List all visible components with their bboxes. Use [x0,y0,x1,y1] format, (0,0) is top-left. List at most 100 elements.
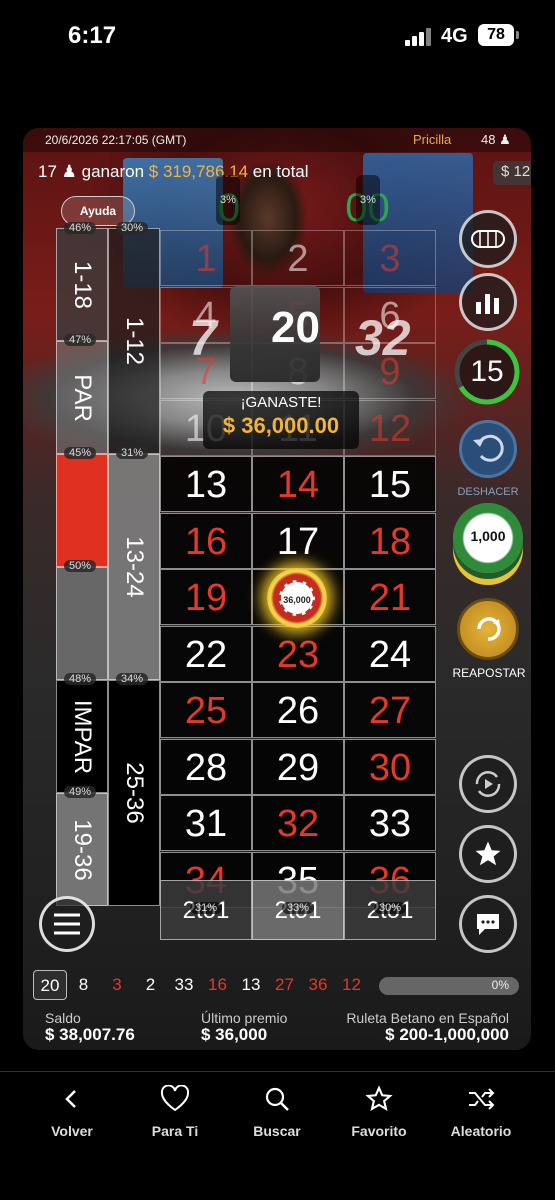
nav-random[interactable]: Aleatorio [426,1085,536,1139]
number-cell[interactable]: 29 [252,738,344,795]
pct-high: 49% [64,786,97,798]
search-icon [265,1087,289,1111]
progress-bar: 0% [379,977,519,995]
winning-number-display: 7 20 32 [183,303,423,373]
number-cell[interactable]: 15 [344,456,436,512]
number-cell[interactable]: 14 [252,456,344,512]
racetrack-button[interactable] [459,210,517,268]
next-number: 32 [355,310,411,366]
nav-for-you-label: Para Ti [151,1123,199,1139]
timer-value: 15 [470,355,504,388]
pct-odd: 48% [64,673,97,685]
nav-for-you[interactable]: Para Ti [120,1085,230,1139]
pct-dozen2: 31% [116,447,149,459]
rebet-button[interactable] [457,598,519,660]
number-cell[interactable]: 23 [252,625,344,682]
history-item: 2 [145,975,156,994]
menu-button[interactable] [39,896,95,952]
nav-search[interactable]: Buscar [222,1085,332,1139]
number-cell[interactable]: 18 [344,512,436,569]
history-item: 36 [308,975,328,994]
favorite-bets-button[interactable] [459,825,517,883]
chip-selector-value: 1,000 [470,528,506,544]
number-cell[interactable]: 25 [160,682,252,738]
autoplay-button[interactable] [459,755,517,813]
pct-low: 46% [64,222,97,234]
number-cell[interactable]: 17 [252,512,344,569]
bet-odd[interactable]: IMPAR [56,680,108,793]
nav-search-label: Buscar [253,1123,301,1139]
progress-label: 0% [491,978,509,992]
pct-dozen3: 34% [116,673,149,685]
last-prize-value: $ 36,000 [201,1025,268,1044]
status-time: 6:17 [68,22,117,49]
chat-icon [477,914,499,935]
history-item: 8 [78,975,89,994]
battery-icon: 78 [478,24,519,46]
bet-low[interactable]: 1-18 [56,228,108,341]
saldo-value: $ 38,007.76 [45,1025,135,1044]
countdown-timer: 15 [453,338,521,406]
number-cell[interactable]: 21 [344,569,436,625]
nav-favorite[interactable]: Favorito [324,1085,434,1139]
nav-back[interactable]: Volver [17,1085,127,1139]
number-cell[interactable]: 19 [160,569,252,625]
bet-dozen-2[interactable]: 13-24 [108,454,160,680]
rebet-label: REAPOSTAR [452,666,526,680]
bet-red[interactable] [56,454,108,567]
number-cell[interactable]: 31 [160,795,252,851]
number-cell[interactable]: 13 [160,456,252,512]
number-cell[interactable]: 3 [344,230,436,286]
number-cell[interactable]: 30 [344,738,436,795]
pct-red: 45% [64,447,97,459]
rebet-icon [477,617,501,641]
star-icon [365,1085,393,1112]
zero-cell[interactable]: 0 3% [160,175,298,233]
placed-chip[interactable]: 36,000 [267,568,327,628]
last-prize-label: Último premio [201,1010,288,1026]
double-zero-cell[interactable]: 00 3% [298,175,437,233]
zero-pct: 3% [216,175,240,225]
number-cell[interactable]: 26 [252,682,344,738]
number-cell[interactable]: 1 [160,230,252,286]
undo-button[interactable] [459,420,517,478]
signal-icon [405,28,433,46]
pct-even: 47% [64,334,97,346]
number-cell[interactable]: 28 [160,738,252,795]
chat-button[interactable] [459,895,517,953]
previous-number: 7 [189,310,217,366]
number-cell[interactable]: 16 [160,512,252,569]
statistics-button[interactable] [459,273,517,331]
zero-strip: 0 3% 00 3% [160,175,437,233]
bet-dozen-3[interactable]: 25-36 [108,680,160,906]
game-top-bar: 20/6/2026 22:17:05 (GMT) Pricilla 48 ♟ [23,128,531,152]
number-cell[interactable]: 32 [252,795,344,851]
nav-random-label: Aleatorio [450,1123,512,1139]
number-cell[interactable]: 22 [160,625,252,682]
bet-dozen-1[interactable]: 1-12 [108,228,160,454]
nav-favorite-label: Favorito [351,1123,407,1139]
bar-chart-icon [476,294,499,314]
star-icon [475,841,501,866]
bet-even[interactable]: PAR [56,341,108,454]
bet-black[interactable] [56,567,108,680]
bet-high[interactable]: 19-36 [56,793,108,906]
status-bar: 6:17 4G 78 [0,0,555,75]
roulette-game: 20/6/2026 22:17:05 (GMT) Pricilla 48 ♟ 1… [23,128,531,1050]
number-cell[interactable]: 27 [344,682,436,738]
number-cell[interactable]: 2 [252,230,344,286]
history-item: 13 [241,975,261,994]
table-name: Ruleta Betano en Español [346,1010,509,1026]
column-2-pct: 33% [282,902,315,914]
chevron-left-icon [65,1090,76,1108]
balance-peek: $ 12 [493,161,531,185]
number-cell[interactable]: 33 [344,795,436,851]
win-banner: ¡GANASTE! $ 36,000.00 [203,391,359,449]
number-cell[interactable]: 24 [344,625,436,682]
winning-number: 20 [271,303,320,352]
win-title: ¡GANASTE! [240,394,322,411]
table-limits: $ 200-1,000,000 [385,1025,509,1044]
game-datetime: 20/6/2026 22:17:05 (GMT) [45,133,187,147]
shuffle-icon [469,1088,495,1110]
history-item: 27 [275,975,294,994]
